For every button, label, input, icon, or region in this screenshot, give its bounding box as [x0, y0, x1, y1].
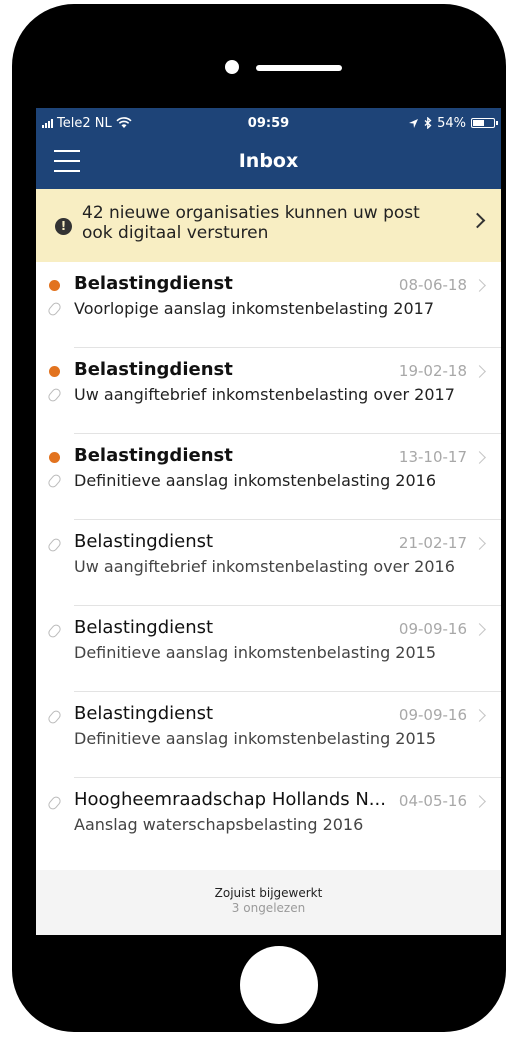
message-sender: Belastingdienst — [74, 445, 233, 466]
front-camera — [225, 60, 239, 74]
top-bar: Tele2 NL 09:59 54% Inbox — [36, 108, 501, 189]
message-list: Belastingdienst Voorlopige aanslag inkoms… — [36, 262, 501, 864]
chevron-right-icon — [473, 623, 486, 636]
paperclip-icon — [46, 536, 63, 554]
message-date: 04-05-16 — [398, 792, 467, 810]
message-date: 21-02-17 — [398, 534, 467, 552]
chevron-right-icon — [473, 795, 486, 808]
message-sender: Hoogheemraadschap Hollands N... — [74, 789, 386, 810]
message-subject: Voorlopige aanslag inkomstenbelasting 20… — [74, 299, 435, 318]
message-row[interactable]: Belastingdienst Definitieve aanslag inkom… — [36, 606, 501, 692]
unread-count-text: 3 ongelezen — [231, 901, 306, 915]
message-sender: Belastingdienst — [74, 531, 214, 552]
message-subject: Uw aangiftebrief inkomstenbelasting over… — [74, 385, 455, 404]
location-arrow-icon — [409, 118, 419, 128]
exclamation-circle-icon: ! — [55, 218, 72, 235]
message-subject: Definitieve aanslag inkomstenbelasting 2… — [74, 729, 437, 748]
chevron-right-icon — [469, 212, 486, 229]
last-updated-text: Zojuist bijgewerkt — [214, 886, 323, 900]
status-bar: Tele2 NL 09:59 54% — [36, 108, 501, 138]
message-subject: Definitieve aanslag inkomstenbelasting 2… — [74, 471, 437, 490]
paperclip-icon — [46, 386, 63, 404]
message-sender: Belastingdienst — [74, 617, 214, 638]
unread-dot-icon — [49, 280, 60, 291]
message-row[interactable]: Belastingdienst Uw aangiftebrief inkomste… — [36, 520, 501, 606]
new-organisations-banner[interactable]: ! 42 nieuwe organisaties kunnen uw post … — [36, 189, 501, 262]
paperclip-icon — [46, 300, 63, 318]
message-date: 19-02-18 — [398, 362, 467, 380]
navigation-bar: Inbox — [36, 138, 501, 189]
message-subject: Uw aangiftebrief inkomstenbelasting over… — [74, 557, 455, 576]
paperclip-icon — [46, 794, 63, 812]
message-row[interactable]: Hoogheemraadschap Hollands N... Aanslag w… — [36, 778, 501, 864]
message-date: 09-09-16 — [398, 620, 467, 638]
page-title: Inbox — [238, 150, 299, 172]
chevron-right-icon — [473, 451, 486, 464]
banner-text: 42 nieuwe organisaties kunnen uw post oo… — [82, 203, 420, 243]
message-date: 13-10-17 — [398, 448, 467, 466]
message-row[interactable]: Belastingdienst Uw aangiftebrief inkomste… — [36, 348, 501, 434]
unread-dot-icon — [49, 366, 60, 377]
message-sender: Belastingdienst — [74, 273, 233, 294]
message-sender: Belastingdienst — [74, 703, 214, 724]
app-screen: Tele2 NL 09:59 54% Inbox ! 42 nieuwe org… — [36, 108, 501, 935]
message-subject: Aanslag waterschapsbelasting 2016 — [74, 815, 364, 834]
battery-icon — [471, 118, 498, 128]
message-date: 09-09-16 — [398, 706, 467, 724]
bluetooth-icon — [424, 117, 432, 129]
unread-dot-icon — [49, 452, 60, 463]
update-status-footer: Zojuist bijgewerkt 3 ongelezen — [36, 870, 501, 935]
paperclip-icon — [46, 472, 63, 490]
chevron-right-icon — [473, 365, 486, 378]
message-row[interactable]: Belastingdienst Voorlopige aanslag inkoms… — [36, 262, 501, 348]
message-subject: Definitieve aanslag inkomstenbelasting 2… — [74, 643, 437, 662]
earpiece-speaker — [256, 65, 342, 71]
message-row[interactable]: Belastingdienst Definitieve aanslag inkom… — [36, 434, 501, 520]
message-sender: Belastingdienst — [74, 359, 233, 380]
paperclip-icon — [46, 622, 63, 640]
message-row[interactable]: Belastingdienst Definitieve aanslag inkom… — [36, 692, 501, 778]
chevron-right-icon — [473, 279, 486, 292]
battery-percentage: 54% — [437, 115, 466, 131]
message-date: 08-06-18 — [398, 276, 467, 294]
chevron-right-icon — [473, 709, 486, 722]
home-button[interactable] — [240, 946, 318, 1024]
paperclip-icon — [46, 708, 63, 726]
chevron-right-icon — [473, 537, 486, 550]
